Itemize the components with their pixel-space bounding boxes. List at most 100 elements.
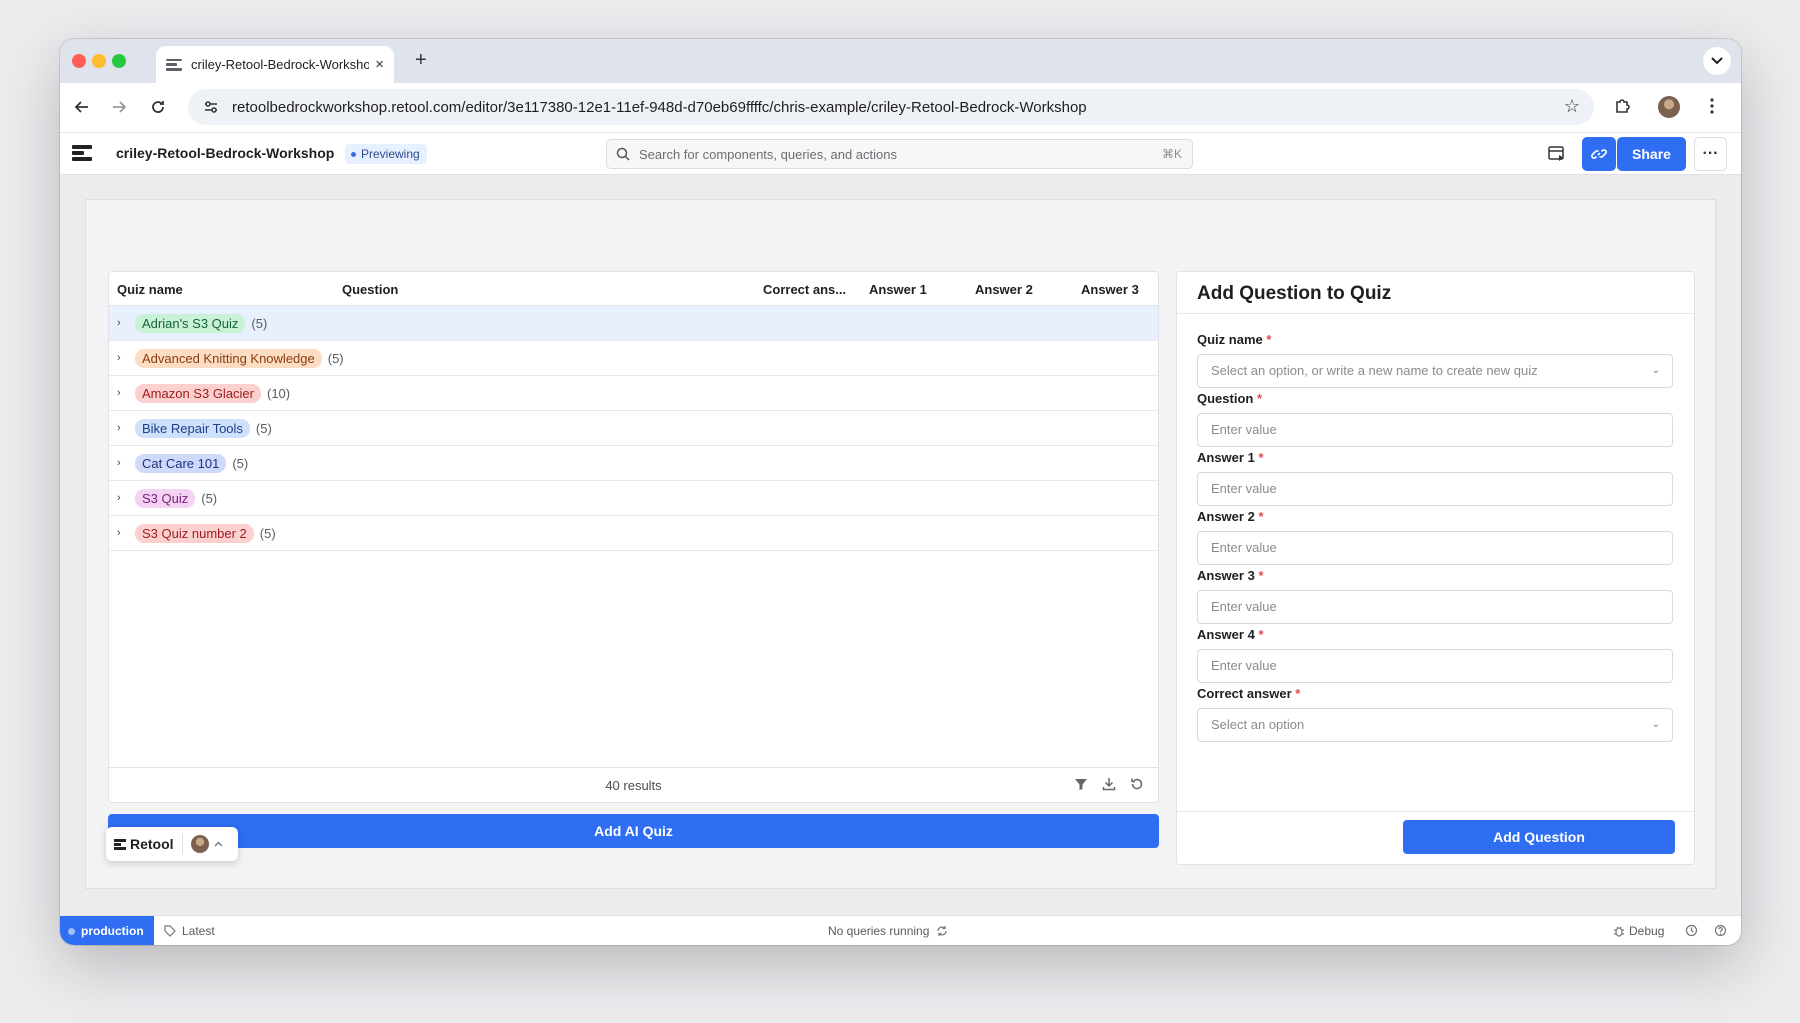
preview-device-button[interactable] [1544, 137, 1570, 171]
column-header-answer-1[interactable]: Answer 1 [869, 282, 927, 297]
field-correct-answer: Correct answer * Select an option ⌄ [1197, 686, 1673, 742]
address-bar[interactable]: retoolbedrockworkshop.retool.com/editor/… [188, 89, 1594, 125]
retool-logo-icon[interactable] [72, 145, 92, 163]
column-header-question[interactable]: Question [342, 282, 398, 297]
placeholder: Enter value [1211, 658, 1277, 673]
column-header-answer-3[interactable]: Answer 3 [1081, 282, 1139, 297]
add-question-form: Add Question to Quiz Quiz name * Select a… [1176, 271, 1695, 865]
more-options-button[interactable]: ··· [1694, 137, 1727, 171]
chevron-up-icon[interactable] [214, 841, 223, 847]
previewing-badge: Previewing [345, 144, 427, 164]
new-tab-button[interactable]: + [415, 49, 427, 72]
retool-presence-pill[interactable]: Retool [106, 827, 238, 861]
answer-3-input[interactable]: Enter value [1197, 590, 1673, 624]
tab-bar: criley-Retool-Bedrock-Workshop × + [60, 39, 1741, 83]
filter-icon[interactable] [1074, 777, 1088, 791]
placeholder: Enter value [1211, 599, 1277, 614]
column-header-answer-2[interactable]: Answer 2 [975, 282, 1033, 297]
question-input[interactable]: Enter value [1197, 413, 1673, 447]
copy-link-button[interactable] [1582, 137, 1616, 171]
table-group-row[interactable]: › Amazon S3 Glacier (10) [109, 376, 1158, 411]
field-answer-4: Answer 4 * Enter value [1197, 627, 1673, 683]
quiz-tag: Adrian's S3 Quiz [135, 313, 246, 333]
search-icon [616, 147, 630, 161]
help-icon[interactable] [1714, 924, 1727, 937]
minimize-window-button[interactable] [92, 54, 106, 68]
add-question-button[interactable]: Add Question [1403, 820, 1675, 854]
table-group-row[interactable]: › Adrian's S3 Quiz (5) [109, 306, 1158, 341]
pill-divider [181, 834, 183, 854]
profile-avatar[interactable] [1658, 96, 1680, 118]
refresh-icon[interactable] [1130, 777, 1144, 791]
preview-icon [1548, 146, 1564, 161]
table-group-row[interactable]: › Bike Repair Tools (5) [109, 411, 1158, 446]
browser-window: criley-Retool-Bedrock-Workshop × + retoo… [60, 39, 1741, 945]
table-group-row[interactable]: › S3 Quiz number 2 (5) [109, 516, 1158, 551]
close-window-button[interactable] [72, 54, 86, 68]
chevron-right-icon[interactable]: › [117, 492, 127, 504]
forward-button[interactable] [107, 95, 131, 119]
required-mark: * [1258, 627, 1264, 642]
close-tab-icon[interactable]: × [375, 56, 384, 73]
field-quiz-name: Quiz name * Select an option, or write a … [1197, 332, 1673, 388]
table-group-row[interactable]: › Advanced Knitting Knowledge (5) [109, 341, 1158, 376]
chevron-right-icon[interactable]: › [117, 457, 127, 469]
share-button[interactable]: Share [1617, 137, 1686, 171]
tab-search-button[interactable] [1703, 47, 1731, 75]
add-ai-quiz-button[interactable]: Add AI Quiz [108, 814, 1159, 848]
query-status: No queries running [828, 924, 948, 938]
field-label: Answer 2 * [1197, 509, 1264, 524]
column-header-correct-answer[interactable]: Correct ans... [763, 282, 846, 297]
quiz-tag: S3 Quiz number 2 [135, 523, 254, 543]
field-label: Answer 1 * [1197, 450, 1264, 465]
answer-1-input[interactable]: Enter value [1197, 472, 1673, 506]
quiz-table: Quiz name Question Correct ans... Answer… [108, 271, 1159, 803]
table-group-row[interactable]: › S3 Quiz (5) [109, 481, 1158, 516]
bookmark-star-icon[interactable]: ☆ [1564, 96, 1580, 117]
field-answer-2: Answer 2 * Enter value [1197, 509, 1673, 565]
correct-answer-select[interactable]: Select an option ⌄ [1197, 708, 1673, 742]
chevron-right-icon[interactable]: › [117, 317, 127, 329]
placeholder: Enter value [1211, 422, 1277, 437]
download-icon[interactable] [1102, 777, 1116, 791]
group-count: (5) [255, 420, 272, 436]
reload-icon [152, 101, 164, 113]
browser-menu-button[interactable] [1710, 97, 1714, 120]
table-group-row[interactable]: › Cat Care 101 (5) [109, 446, 1158, 481]
user-avatar[interactable] [190, 835, 209, 853]
field-answer-3: Answer 3 * Enter value [1197, 568, 1673, 624]
field-label: Answer 3 * [1197, 568, 1264, 583]
chevron-right-icon[interactable]: › [117, 352, 127, 364]
retool-label: Retool [130, 836, 174, 852]
reload-button[interactable] [146, 95, 170, 119]
browser-tab[interactable]: criley-Retool-Bedrock-Workshop × [156, 46, 394, 83]
quiz-name-select[interactable]: Select an option, or write a new name to… [1197, 354, 1673, 388]
extensions-button[interactable] [1613, 95, 1633, 120]
component-search-input[interactable]: Search for components, queries, and acti… [606, 139, 1193, 169]
placeholder: Enter value [1211, 540, 1277, 555]
required-mark: * [1266, 332, 1272, 347]
maximize-window-button[interactable] [112, 54, 126, 68]
version-indicator[interactable]: Latest [164, 924, 215, 938]
history-icon[interactable] [1685, 924, 1698, 937]
retool-favicon-icon [166, 58, 182, 71]
chevron-right-icon[interactable]: › [117, 527, 127, 539]
bug-icon [1614, 926, 1624, 937]
chevron-right-icon[interactable]: › [117, 387, 127, 399]
kebab-icon [1710, 98, 1714, 114]
placeholder: Enter value [1211, 481, 1277, 496]
debug-button[interactable]: Debug [1613, 924, 1664, 938]
group-count: (5) [201, 490, 218, 506]
status-bar: production Latest No queries running Deb… [60, 915, 1741, 945]
url-text: retoolbedrockworkshop.retool.com/editor/… [232, 98, 1087, 116]
column-header-quiz-name[interactable]: Quiz name [117, 282, 183, 297]
query-status-text: No queries running [828, 924, 930, 938]
back-button[interactable] [70, 95, 94, 119]
answer-4-input[interactable]: Enter value [1197, 649, 1673, 683]
search-shortcut: ⌘K [1161, 147, 1182, 161]
retool-logo-icon [114, 838, 126, 850]
environment-badge[interactable]: production [60, 916, 154, 945]
answer-2-input[interactable]: Enter value [1197, 531, 1673, 565]
chevron-right-icon[interactable]: › [117, 422, 127, 434]
required-mark: * [1295, 686, 1301, 701]
